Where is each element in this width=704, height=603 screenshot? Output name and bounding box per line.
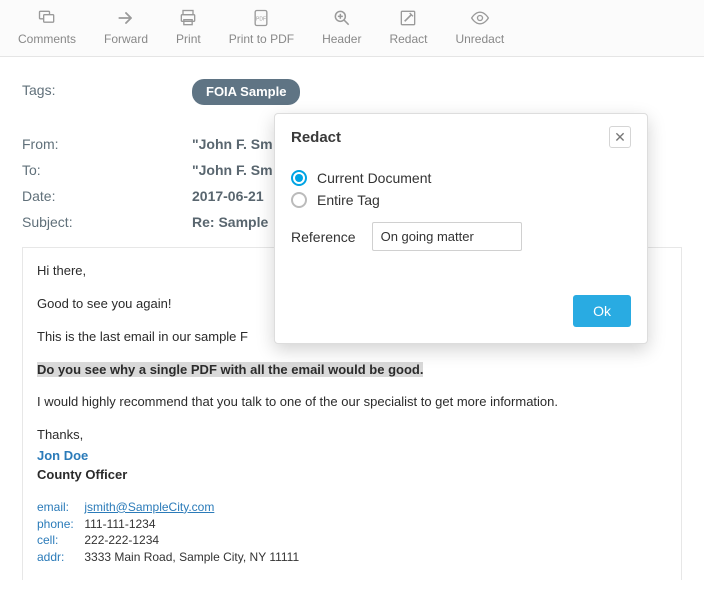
toolbar: Comments Forward Print PDF Print to PDF … (0, 0, 704, 57)
contact-cell: cell: 222-222-1234 (37, 532, 667, 549)
forward-label: Forward (104, 32, 148, 46)
from-label: From: (22, 133, 192, 155)
print-pdf-icon: PDF (251, 8, 271, 28)
header-button[interactable]: Header (314, 6, 369, 48)
print-label: Print (176, 32, 201, 46)
radio-label: Entire Tag (317, 192, 380, 208)
redact-button[interactable]: Redact (381, 6, 435, 48)
tag-pill[interactable]: FOIA Sample (192, 79, 300, 105)
body-line-5: I would highly recommend that you talk t… (37, 393, 577, 412)
dialog-footer: Ok (291, 295, 631, 327)
date-label: Date: (22, 185, 192, 207)
reference-row: Reference (291, 222, 631, 251)
svg-text:PDF: PDF (256, 17, 266, 23)
subject-label: Subject: (22, 211, 192, 233)
unredact-icon (470, 8, 490, 28)
reference-label: Reference (291, 229, 356, 245)
forward-button[interactable]: Forward (96, 6, 156, 48)
radio-entire-tag[interactable]: Entire Tag (291, 192, 631, 208)
comments-label: Comments (18, 32, 76, 46)
reference-input[interactable] (372, 222, 522, 251)
radio-icon (291, 170, 307, 186)
unredact-label: Unredact (455, 32, 504, 46)
unredact-button[interactable]: Unredact (447, 6, 512, 48)
body-thanks: Thanks, (37, 426, 667, 445)
contact-email-link[interactable]: jsmith@SampleCity.com (84, 500, 214, 514)
highlighted-text[interactable]: Do you see why a single PDF with all the… (37, 362, 423, 377)
print-pdf-button[interactable]: PDF Print to PDF (221, 6, 302, 48)
forward-icon (116, 8, 136, 28)
header-label: Header (322, 32, 361, 46)
body-line-4: Do you see why a single PDF with all the… (37, 361, 667, 380)
tags-value: FOIA Sample (192, 79, 682, 105)
ok-button[interactable]: Ok (573, 295, 631, 327)
dialog-title: Redact (291, 129, 341, 146)
tags-label: Tags: (22, 79, 192, 105)
contact-phone: phone: 111-111-1234 (37, 516, 667, 533)
radio-label: Current Document (317, 170, 431, 186)
comments-icon (37, 8, 57, 28)
signature: Jon Doe County Officer (37, 447, 667, 485)
contact-addr: addr: 3333 Main Road, Sample City, NY 11… (37, 549, 667, 566)
print-button[interactable]: Print (168, 6, 209, 48)
sig-name: Jon Doe (37, 448, 88, 463)
print-pdf-label: Print to PDF (229, 32, 294, 46)
dialog-header: Redact ✕ (291, 126, 631, 148)
dialog-close-button[interactable]: ✕ (609, 126, 631, 148)
redact-icon (398, 8, 418, 28)
close-icon: ✕ (614, 129, 626, 146)
comments-button[interactable]: Comments (10, 6, 84, 48)
tags-row: Tags: FOIA Sample (22, 79, 682, 105)
redact-dialog: Redact ✕ Current Document Entire Tag Ref… (274, 113, 648, 344)
print-icon (178, 8, 198, 28)
redact-label: Redact (389, 32, 427, 46)
contact-email: email: jsmith@SampleCity.com (37, 499, 667, 516)
header-icon (332, 8, 352, 28)
to-label: To: (22, 159, 192, 181)
radio-current-document[interactable]: Current Document (291, 170, 631, 186)
radio-icon (291, 192, 307, 208)
sig-title: County Officer (37, 467, 127, 482)
